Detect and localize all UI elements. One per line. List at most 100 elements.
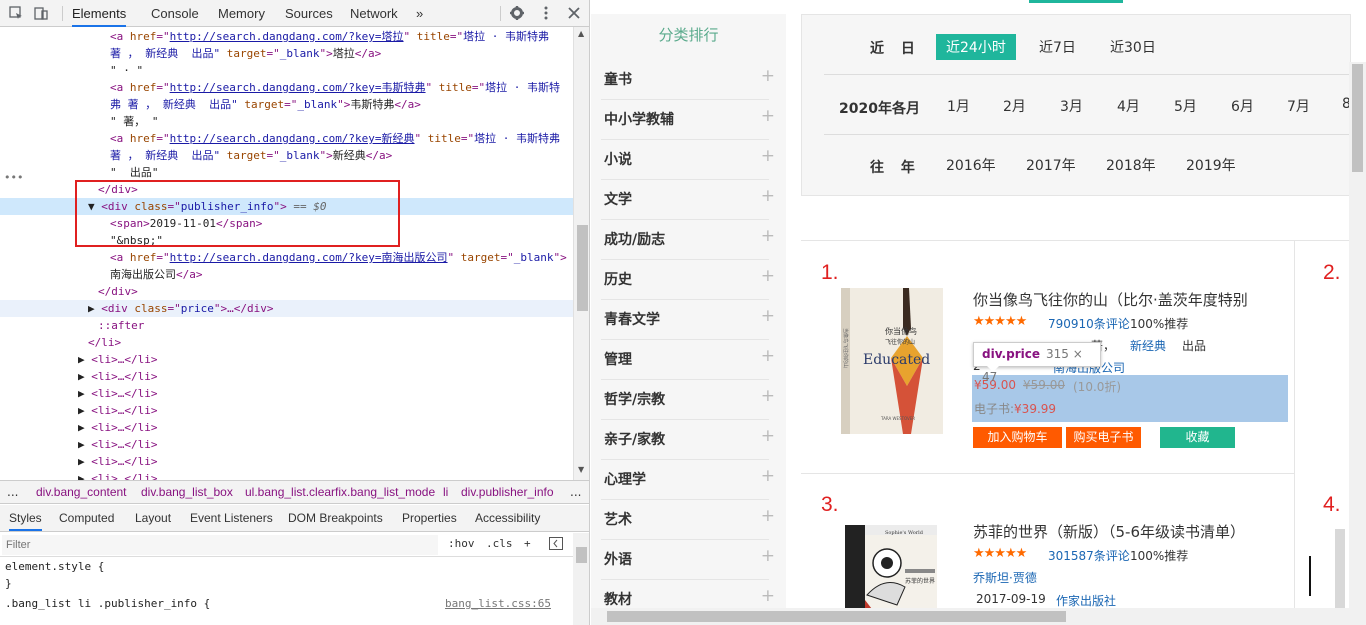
expand-plus-icon[interactable]: + bbox=[761, 426, 775, 446]
dom-node-line[interactable]: <a href="http://search.dangdang.com/?key… bbox=[110, 28, 549, 45]
tab-console[interactable]: Console bbox=[151, 0, 199, 27]
book-cover-educated[interactable]: 你当像鸟 飞往你的山 Educated 当像鸟飞往你的山 TARA WESTOV… bbox=[841, 288, 943, 434]
breadcrumb-item-active[interactable]: div.publisher_info bbox=[461, 481, 554, 504]
sidebar-category-item[interactable]: 中小学教辅 + bbox=[601, 100, 775, 140]
publisher-link[interactable]: 作家出版社 bbox=[1056, 592, 1116, 609]
favorite-button[interactable]: 收藏 bbox=[1160, 427, 1235, 448]
filter-month[interactable]: 2月 bbox=[1003, 96, 1026, 116]
sidebar-category-item[interactable]: 小说 + bbox=[601, 140, 775, 180]
dom-node-line[interactable]: ▶ <li>…</li> bbox=[78, 470, 157, 480]
sidebar-category-item[interactable]: 艺术 + bbox=[601, 500, 775, 540]
sidebar-category-item[interactable]: 童书 + bbox=[601, 60, 775, 100]
expand-plus-icon[interactable]: + bbox=[761, 306, 775, 326]
review-count-link[interactable]: 301587条评论 bbox=[1048, 547, 1130, 564]
more-tabs-button[interactable]: » bbox=[416, 0, 423, 27]
sidebar-category-item[interactable]: 成功/励志 + bbox=[601, 220, 775, 260]
dom-node-line[interactable]: 弗 著 ， 新经典 出品" target="_blank">韦斯特弗</a> bbox=[110, 96, 421, 113]
style-rule-line[interactable]: element.style { bbox=[5, 560, 104, 573]
dom-node-line[interactable]: 著 ， 新经典 出品" target="_blank">新经典</a> bbox=[110, 147, 392, 164]
dom-node-line[interactable]: 著 ， 新经典 出品" target="_blank">塔拉</a> bbox=[110, 45, 381, 62]
tab-properties[interactable]: Properties bbox=[402, 505, 457, 531]
dom-node-line[interactable]: ▶ <li>…</li> bbox=[78, 419, 157, 436]
filter-month[interactable]: 3月 bbox=[1060, 96, 1083, 116]
breadcrumb-item[interactable]: li bbox=[443, 481, 448, 504]
breadcrumb-item[interactable]: ul.bang_list.clearfix.bang_list_mode bbox=[245, 481, 435, 504]
inspect-element-icon[interactable] bbox=[8, 5, 24, 21]
expand-plus-icon[interactable]: + bbox=[761, 226, 775, 246]
dom-node-line[interactable]: <a href="http://search.dangdang.com/?key… bbox=[110, 79, 560, 96]
page-horizontal-scrollbar[interactable] bbox=[591, 608, 1366, 625]
style-rule-line[interactable]: .bang_list li .publisher_info { bbox=[5, 597, 210, 610]
hover-state-toggle[interactable]: :hov bbox=[448, 537, 475, 550]
dom-node-line[interactable]: " 出品" bbox=[110, 164, 159, 181]
scroll-down-arrow-icon[interactable]: ▼ bbox=[578, 465, 584, 474]
expand-plus-icon[interactable]: + bbox=[761, 346, 775, 366]
toggle-sidebar-icon[interactable] bbox=[549, 537, 563, 553]
sidebar-category-item[interactable]: 管理 + bbox=[601, 340, 775, 380]
buy-ebook-button[interactable]: 购买电子书 bbox=[1066, 427, 1141, 448]
expand-plus-icon[interactable]: + bbox=[761, 186, 775, 206]
dom-node-line[interactable]: ▶ <li>…</li> bbox=[78, 436, 157, 453]
add-rule-plus-icon[interactable]: + bbox=[524, 537, 531, 550]
dom-node-line[interactable]: ▶ <li>…</li> bbox=[78, 453, 157, 470]
expand-plus-icon[interactable]: + bbox=[761, 66, 775, 86]
book-title-link[interactable]: 苏菲的世界（新版）（5-6年级读书清单） bbox=[973, 521, 1245, 542]
styles-scrollbar[interactable] bbox=[573, 533, 589, 625]
add-to-cart-button[interactable]: 加入购物车 bbox=[973, 427, 1062, 448]
sidebar-category-item[interactable]: 哲学/宗教 + bbox=[601, 380, 775, 420]
review-count-link[interactable]: 790910条评论 bbox=[1048, 315, 1130, 332]
filter-30d[interactable]: 近30日 bbox=[1110, 37, 1156, 57]
elements-dom-tree[interactable]: <a href="http://search.dangdang.com/?key… bbox=[0, 27, 573, 480]
scroll-up-arrow-icon[interactable]: ▲ bbox=[578, 29, 584, 38]
expand-plus-icon[interactable]: + bbox=[761, 386, 775, 406]
expand-plus-icon[interactable]: + bbox=[761, 506, 775, 526]
filter-month[interactable]: 5月 bbox=[1174, 96, 1197, 116]
sidebar-category-item[interactable]: 青春文学 + bbox=[601, 300, 775, 340]
close-icon[interactable] bbox=[566, 5, 582, 21]
expand-plus-icon[interactable]: + bbox=[761, 266, 775, 286]
dom-node-line[interactable]: ▶ <li>…</li> bbox=[78, 351, 157, 368]
tab-computed[interactable]: Computed bbox=[59, 505, 114, 531]
sidebar-category-item[interactable]: 亲子/家教 + bbox=[601, 420, 775, 460]
filter-year[interactable]: 2019年 bbox=[1186, 155, 1236, 175]
dom-node-line[interactable]: </li> bbox=[88, 334, 121, 351]
dom-node-line[interactable]: <a href="http://search.dangdang.com/?key… bbox=[110, 249, 567, 266]
tab-event-listeners[interactable]: Event Listeners bbox=[190, 505, 273, 531]
expand-plus-icon[interactable]: + bbox=[761, 466, 775, 486]
expand-plus-icon[interactable]: + bbox=[761, 586, 775, 606]
stylesheet-source-link[interactable]: bang_list.css:65 bbox=[445, 597, 551, 610]
tab-layout[interactable]: Layout bbox=[135, 505, 171, 531]
scrollbar-thumb[interactable] bbox=[577, 225, 588, 311]
dom-node-line[interactable]: " · " bbox=[110, 62, 143, 79]
tab-styles[interactable]: Styles bbox=[9, 505, 42, 531]
dom-node-line[interactable]: ▶ <li>…</li> bbox=[78, 385, 157, 402]
filter-year[interactable]: 2018年 bbox=[1106, 155, 1156, 175]
dom-node-line[interactable]: ▶ <div class="price">…</div> bbox=[0, 300, 573, 317]
scrollbar-thumb[interactable] bbox=[607, 611, 1066, 622]
dom-node-line[interactable]: ▶ <li>…</li> bbox=[78, 368, 157, 385]
tab-memory[interactable]: Memory bbox=[218, 0, 265, 27]
filter-year[interactable]: 2017年 bbox=[1026, 155, 1076, 175]
settings-gear-icon[interactable] bbox=[509, 5, 525, 21]
tab-dom-breakpoints[interactable]: DOM Breakpoints bbox=[288, 505, 383, 531]
node-actions-ellipsis[interactable]: ••• bbox=[4, 171, 23, 184]
sidebar-category-item[interactable]: 心理学 + bbox=[601, 460, 775, 500]
page-vertical-scrollbar[interactable] bbox=[1349, 62, 1366, 610]
book-title-link[interactable]: 你当像鸟飞往你的山（比尔·盖茨年度特别 bbox=[973, 289, 1248, 310]
filter-24h[interactable]: 近24小时 bbox=[936, 34, 1016, 60]
dom-tree-scrollbar[interactable]: ▲ ▼ bbox=[573, 27, 589, 480]
filter-month[interactable]: 1月 bbox=[947, 96, 970, 116]
dom-node-line[interactable]: ▶ <li>…</li> bbox=[78, 402, 157, 419]
tab-network[interactable]: Network bbox=[350, 0, 398, 27]
filter-month[interactable]: 6月 bbox=[1231, 96, 1254, 116]
scrollbar-thumb[interactable] bbox=[576, 547, 587, 563]
breadcrumb-more[interactable]: ... bbox=[7, 481, 18, 504]
dom-attr-link[interactable]: http://search.dangdang.com/?key=南海出版公司 bbox=[170, 251, 448, 264]
breadcrumb-item[interactable]: div.bang_list_box bbox=[141, 481, 233, 504]
kebab-menu-icon[interactable] bbox=[538, 5, 554, 21]
device-toolbar-icon[interactable] bbox=[33, 5, 49, 21]
tab-elements[interactable]: Elements bbox=[72, 0, 127, 27]
sidebar-category-item[interactable]: 文学 + bbox=[601, 180, 775, 220]
dom-node-line[interactable]: 南海出版公司</a> bbox=[110, 266, 203, 283]
expand-plus-icon[interactable]: + bbox=[761, 146, 775, 166]
